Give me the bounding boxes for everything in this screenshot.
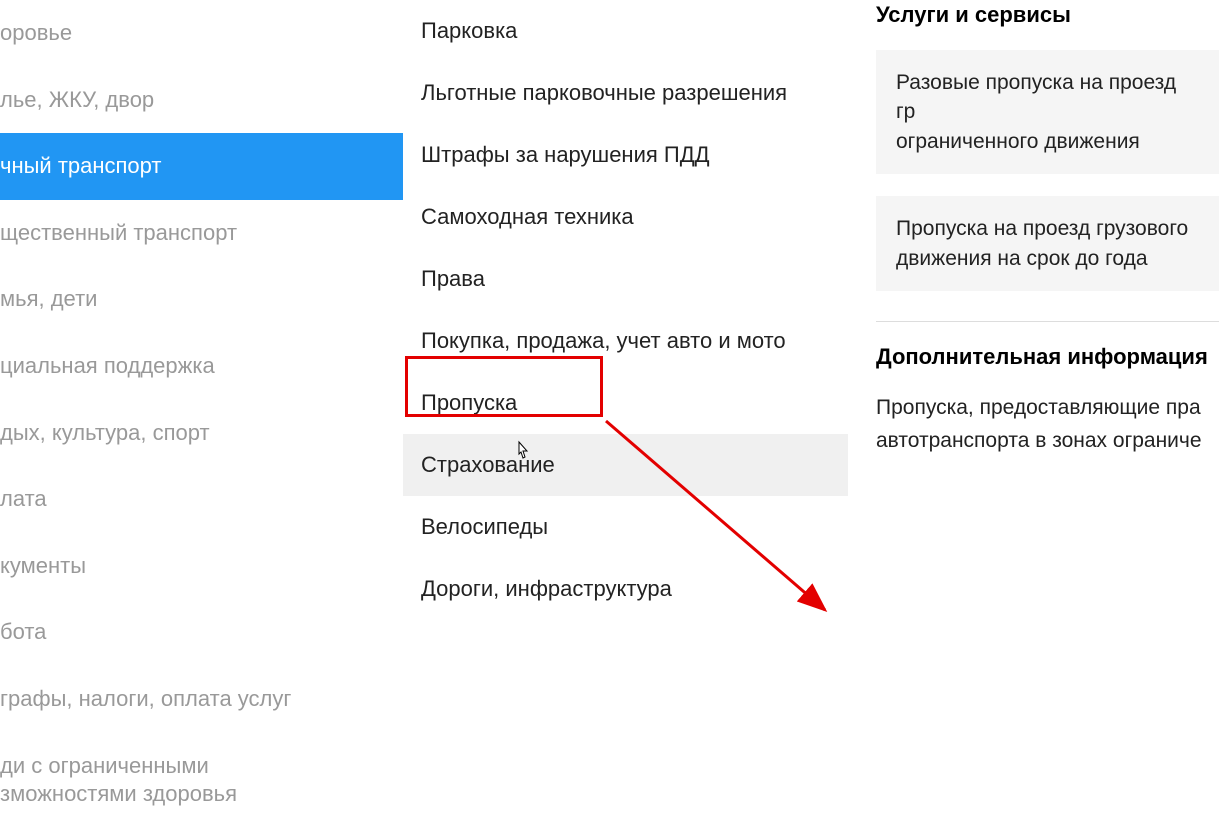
sidebar-item-health[interactable]: оровье xyxy=(0,0,403,67)
service-card-single-pass[interactable]: Разовые пропуска на проезд гр ограниченн… xyxy=(876,50,1219,174)
service-card-truck-pass[interactable]: Пропуска на проезд грузового движения на… xyxy=(876,196,1219,291)
sidebar-item-disabilities[interactable]: ди с ограниченными зможностями здоровья xyxy=(0,733,403,828)
sidebar: оровье лье, ЖКУ, двор чный транспорт щес… xyxy=(0,0,403,738)
subcategory-column: Парковка Льготные парковочные разрешения… xyxy=(403,0,848,738)
subcategory-license[interactable]: Права xyxy=(421,248,848,310)
subcategory-traffic-fines[interactable]: Штрафы за нарушения ПДД xyxy=(421,124,848,186)
details-column: Услуги и сервисы Разовые пропуска на про… xyxy=(848,0,1219,738)
sidebar-item-family[interactable]: мья, дети xyxy=(0,266,403,333)
sidebar-item-personal-transport[interactable]: чный транспорт xyxy=(0,133,403,200)
sidebar-item-documents[interactable]: кументы xyxy=(0,533,403,600)
sidebar-item-payment[interactable]: лата xyxy=(0,466,403,533)
sidebar-item-housing[interactable]: лье, ЖКУ, двор xyxy=(0,67,403,134)
subcategory-parking[interactable]: Парковка xyxy=(421,0,848,62)
subcategory-parking-permits[interactable]: Льготные парковочные разрешения xyxy=(421,62,848,124)
info-text: Пропуска, предоставляющие пра автотрансп… xyxy=(876,392,1219,457)
sidebar-item-work[interactable]: бота xyxy=(0,599,403,666)
section-divider xyxy=(876,321,1219,322)
sidebar-item-public-transport[interactable]: щественный транспорт xyxy=(0,200,403,267)
subcategory-buy-sell[interactable]: Покупка, продажа, учет авто и мото xyxy=(421,310,848,372)
sidebar-item-recreation[interactable]: дых, культура, спорт xyxy=(0,400,403,467)
subcategory-insurance[interactable]: Страхование xyxy=(403,434,848,496)
sidebar-item-social-support[interactable]: циальная поддержка xyxy=(0,333,403,400)
subcategory-self-propelled[interactable]: Самоходная техника xyxy=(421,186,848,248)
subcategory-roads[interactable]: Дороги, инфраструктура xyxy=(421,558,848,620)
services-heading: Услуги и сервисы xyxy=(876,2,1219,28)
subcategory-bicycles[interactable]: Велосипеды xyxy=(421,496,848,558)
subcategory-passes[interactable]: Пропуска xyxy=(421,372,848,434)
sidebar-item-fines-taxes[interactable]: графы, налоги, оплата услуг xyxy=(0,666,403,733)
info-heading: Дополнительная информация xyxy=(876,344,1219,370)
